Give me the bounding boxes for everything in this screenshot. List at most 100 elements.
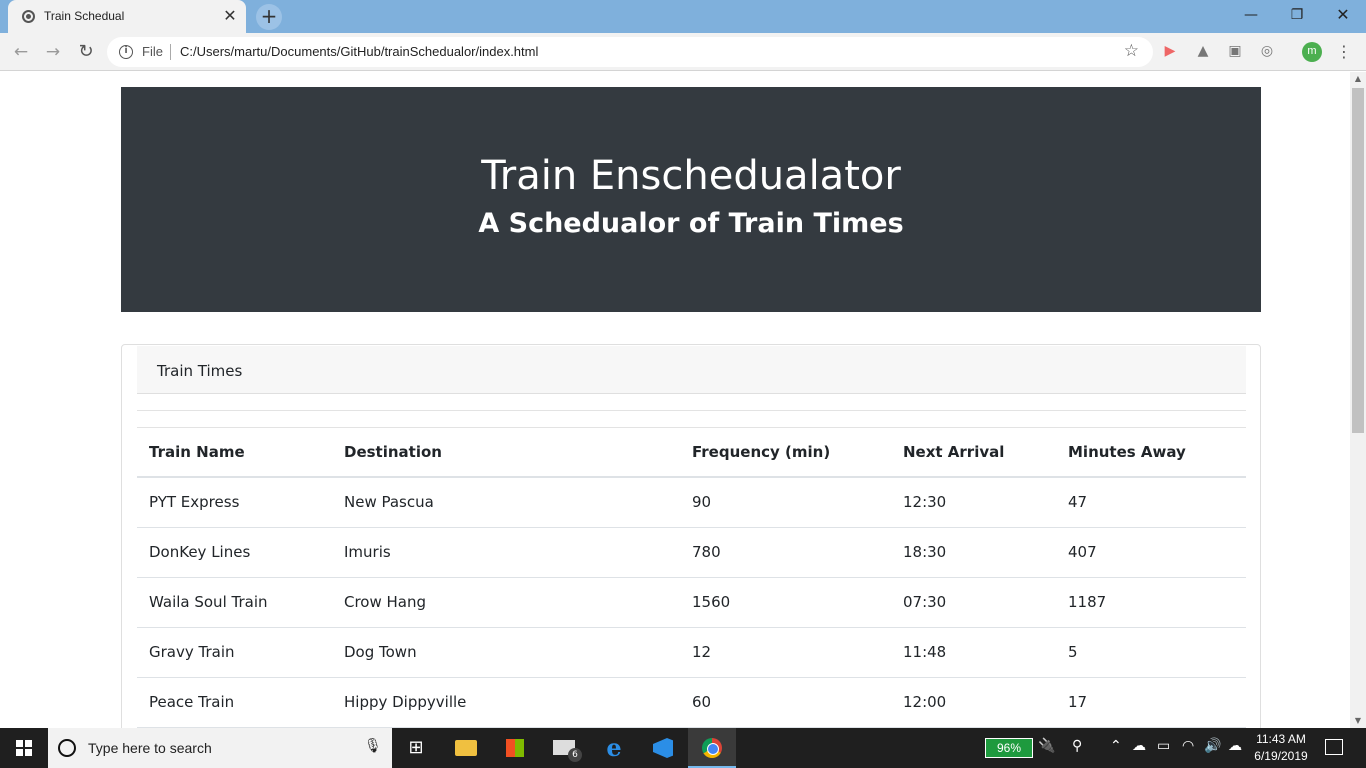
cell-minutes-away: 1187 bbox=[1056, 577, 1246, 628]
globe-icon bbox=[22, 10, 35, 23]
column-header-train-name: Train Name bbox=[137, 428, 332, 478]
card-header: Train Times bbox=[137, 346, 1246, 394]
mail-icon[interactable]: 6 bbox=[540, 728, 588, 768]
cell-minutes-away: 5 bbox=[1056, 627, 1246, 678]
cell-destination: Crow Hang bbox=[332, 577, 680, 628]
table-header-row: Train Name Destination Frequency (min) N… bbox=[137, 428, 1246, 478]
drive-extension-icon[interactable]: ▲ bbox=[1193, 41, 1213, 61]
back-button[interactable]: ← bbox=[9, 40, 33, 64]
clock-date: 6/19/2019 bbox=[1254, 749, 1308, 763]
page-viewport: Train Enschedualator A Schedualor of Tra… bbox=[0, 72, 1350, 728]
column-header-frequency: Frequency (min) bbox=[680, 428, 891, 478]
cell-destination: Imuris bbox=[332, 527, 680, 578]
table-row: PYT Express New Pascua 90 12:30 47 bbox=[137, 477, 1246, 528]
search-placeholder: Type here to search bbox=[88, 740, 212, 756]
cell-frequency: 780 bbox=[680, 527, 891, 578]
page-subtitle: A Schedualor of Train Times bbox=[478, 208, 904, 239]
column-header-minutes-away: Minutes Away bbox=[1056, 428, 1246, 478]
jumbotron-header: Train Enschedualator A Schedualor of Tra… bbox=[121, 87, 1261, 312]
screenshot-extension-icon[interactable]: ▣ bbox=[1225, 41, 1245, 61]
cell-train-name: Peace Train bbox=[137, 677, 332, 728]
restore-button[interactable]: ❐ bbox=[1274, 0, 1320, 30]
onedrive-icon[interactable]: ☁ bbox=[1132, 738, 1146, 754]
cell-destination: Hippy Dippyville bbox=[332, 677, 680, 728]
tab-title: Train Schedual bbox=[44, 9, 125, 23]
show-hidden-icons-chevron-icon[interactable]: ⌃ bbox=[1110, 738, 1122, 754]
cell-destination: New Pascua bbox=[332, 477, 680, 528]
forward-button[interactable]: → bbox=[41, 40, 65, 64]
vscode-icon[interactable] bbox=[639, 728, 687, 768]
cell-minutes-away: 17 bbox=[1056, 677, 1246, 728]
mail-badge: 6 bbox=[568, 748, 582, 762]
system-clock[interactable]: 11:43 AM 6/19/2019 bbox=[1250, 731, 1312, 765]
new-tab-button[interactable]: + bbox=[256, 4, 282, 30]
table-row: DonKey Lines Imuris 780 18:30 407 bbox=[137, 527, 1246, 578]
cell-next-arrival: 11:48 bbox=[891, 627, 1056, 678]
train-times-card: Train Times Train Name Destination Frequ… bbox=[121, 344, 1261, 728]
column-header-next-arrival: Next Arrival bbox=[891, 428, 1056, 478]
minimize-button[interactable]: — bbox=[1228, 0, 1274, 30]
cloud-upload-icon[interactable]: ☁ bbox=[1228, 738, 1242, 754]
page-scrollbar[interactable]: ▲ ▼ bbox=[1350, 72, 1366, 728]
info-icon[interactable]: i bbox=[119, 45, 133, 59]
scroll-up-arrow-icon[interactable]: ▲ bbox=[1350, 72, 1366, 86]
battery-indicator[interactable]: 96% bbox=[985, 738, 1033, 758]
file-explorer-icon[interactable] bbox=[442, 728, 490, 768]
table-row: Peace Train Hippy Dippyville 60 12:00 17 bbox=[137, 677, 1246, 728]
close-tab-icon[interactable]: ✕ bbox=[220, 6, 240, 26]
scroll-down-arrow-icon[interactable]: ▼ bbox=[1350, 714, 1366, 728]
cell-train-name: Gravy Train bbox=[137, 627, 332, 678]
cell-frequency: 1560 bbox=[680, 577, 891, 628]
windows-taskbar: Type here to search 🎙 ⊞ 6 e 96% 🔌 ⚲ ⌃ ☁ … bbox=[0, 728, 1366, 768]
table-row: Gravy Train Dog Town 12 11:48 5 bbox=[137, 627, 1246, 678]
browser-menu-icon[interactable]: ⋮ bbox=[1336, 41, 1352, 63]
browser-tab[interactable]: Train Schedual ✕ bbox=[8, 0, 246, 33]
url-separator bbox=[170, 44, 171, 60]
clock-time: 11:43 AM bbox=[1256, 732, 1306, 746]
chrome-icon[interactable] bbox=[688, 728, 736, 768]
volume-icon[interactable]: 🔊 bbox=[1204, 738, 1221, 754]
wifi-icon[interactable]: ◠ bbox=[1182, 738, 1194, 754]
cell-train-name: DonKey Lines bbox=[137, 527, 332, 578]
cell-frequency: 12 bbox=[680, 627, 891, 678]
card-header-title: Train Times bbox=[157, 362, 243, 380]
cortana-icon bbox=[58, 739, 76, 757]
windows-logo-icon bbox=[16, 740, 32, 756]
close-window-button[interactable]: ✕ bbox=[1320, 0, 1366, 30]
cell-next-arrival: 12:00 bbox=[891, 677, 1056, 728]
train-schedule-table: Train Name Destination Frequency (min) N… bbox=[137, 428, 1246, 728]
table-row: Waila Soul Train Crow Hang 1560 07:30 11… bbox=[137, 577, 1246, 628]
scrollbar-thumb[interactable] bbox=[1352, 88, 1364, 433]
url-text[interactable]: C:/Users/martu/Documents/GitHub/trainSch… bbox=[180, 44, 538, 59]
browser-titlebar: Train Schedual ✕ + — ❐ ✕ bbox=[0, 0, 1366, 33]
store-icon[interactable] bbox=[491, 728, 539, 768]
extension-icon[interactable]: ◎ bbox=[1257, 41, 1277, 61]
power-plug-icon: 🔌 bbox=[1038, 738, 1056, 754]
task-view-icon[interactable]: ⊞ bbox=[392, 728, 440, 768]
cast-extension-icon[interactable]: ▶ bbox=[1160, 41, 1180, 61]
cell-next-arrival: 12:30 bbox=[891, 477, 1056, 528]
column-header-destination: Destination bbox=[332, 428, 680, 478]
people-icon[interactable]: ⚲ bbox=[1072, 738, 1082, 754]
page-title: Train Enschedualator bbox=[481, 153, 901, 199]
profile-avatar[interactable]: m bbox=[1302, 42, 1322, 62]
reload-button[interactable]: ↻ bbox=[74, 40, 98, 64]
microphone-icon[interactable]: 🎙 bbox=[364, 738, 382, 754]
bookmark-star-icon[interactable]: ☆ bbox=[1124, 41, 1139, 61]
cell-frequency: 60 bbox=[680, 677, 891, 728]
cell-next-arrival: 07:30 bbox=[891, 577, 1056, 628]
battery-tray-icon[interactable]: ▭ bbox=[1157, 738, 1170, 754]
cell-frequency: 90 bbox=[680, 477, 891, 528]
action-center-icon[interactable] bbox=[1325, 739, 1343, 755]
cell-minutes-away: 407 bbox=[1056, 527, 1246, 578]
divider bbox=[137, 410, 1246, 411]
edge-icon[interactable]: e bbox=[590, 728, 638, 768]
address-bar[interactable]: i File C:/Users/martu/Documents/GitHub/t… bbox=[107, 37, 1153, 67]
cell-next-arrival: 18:30 bbox=[891, 527, 1056, 578]
cell-minutes-away: 47 bbox=[1056, 477, 1246, 528]
url-scheme: File bbox=[142, 44, 163, 59]
cell-train-name: Waila Soul Train bbox=[137, 577, 332, 628]
cell-train-name: PYT Express bbox=[137, 477, 332, 528]
start-button[interactable] bbox=[0, 728, 48, 768]
taskbar-search-box[interactable]: Type here to search 🎙 bbox=[48, 728, 392, 768]
